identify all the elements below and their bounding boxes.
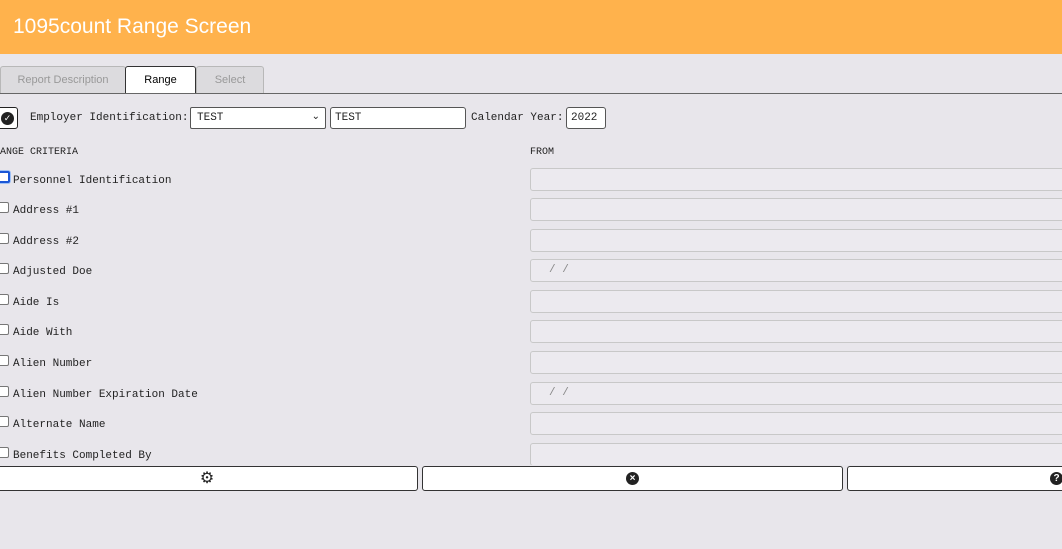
criteria-label: Alien Number: [13, 358, 93, 370]
tab-range[interactable]: Range: [125, 66, 196, 94]
criteria-checkbox[interactable]: [0, 263, 9, 274]
criteria-row: Aide Is: [0, 290, 1062, 314]
from-input[interactable]: [530, 168, 1062, 191]
criteria-checkbox[interactable]: [0, 416, 9, 427]
from-input[interactable]: [530, 198, 1062, 221]
from-input[interactable]: [530, 229, 1062, 252]
tab-report-description[interactable]: Report Description: [0, 66, 126, 93]
criteria-checkbox[interactable]: [0, 386, 9, 397]
criteria-row: Alien Number Expiration Date / /: [0, 382, 1062, 406]
settings-button[interactable]: ⚙: [0, 466, 418, 491]
criteria-label: Address #2: [13, 236, 80, 248]
from-date-input[interactable]: / /: [530, 259, 1062, 282]
criteria-row: Address #1: [0, 198, 1062, 222]
criteria-label: Aide Is: [13, 297, 60, 309]
cancel-button[interactable]: ×: [422, 466, 843, 491]
page-title: 1095count Range Screen: [0, 0, 1062, 54]
close-circle-icon: ×: [626, 472, 639, 485]
criteria-row: Address #2: [0, 229, 1062, 253]
criteria-row: Adjusted Doe / /: [0, 259, 1062, 283]
criteria-checkbox[interactable]: [0, 294, 9, 305]
check-circle-icon: ✓: [1, 111, 14, 125]
criteria-label: Alien Number Expiration Date: [13, 389, 198, 401]
apply-button[interactable]: ✓: [0, 107, 18, 129]
criteria-checkbox[interactable]: [0, 355, 9, 366]
from-header: FROM: [530, 147, 555, 158]
from-input[interactable]: [530, 351, 1062, 374]
from-input[interactable]: [530, 320, 1062, 343]
criteria-checkbox[interactable]: [0, 447, 9, 458]
criteria-row: Personnel Identification: [0, 168, 1062, 192]
from-input[interactable]: [530, 290, 1062, 313]
question-circle-icon: ?: [1050, 472, 1062, 485]
from-date-input[interactable]: / /: [530, 382, 1062, 405]
criteria-row: Alien Number: [0, 351, 1062, 375]
from-input[interactable]: [530, 412, 1062, 435]
employer-id-label: Employer Identification:: [30, 112, 189, 124]
gear-icon: ⚙: [199, 469, 215, 487]
employer-id-input[interactable]: TEST: [330, 107, 466, 129]
calendar-year-label: Calendar Year:: [471, 112, 564, 124]
tab-divider: [0, 93, 1062, 94]
criteria-row: Benefits Completed By: [0, 443, 1062, 465]
from-input[interactable]: [530, 443, 1062, 465]
criteria-row: Aide With: [0, 320, 1062, 344]
criteria-label: Personnel Identification: [13, 175, 172, 187]
criteria-checkbox[interactable]: [0, 324, 9, 335]
criteria-checkbox[interactable]: [0, 171, 10, 183]
employer-id-select-value: TEST: [197, 112, 224, 124]
criteria-label: Adjusted Doe: [13, 266, 93, 278]
help-button[interactable]: ?: [847, 466, 1062, 491]
chevron-down-icon: ⌄: [311, 112, 320, 123]
calendar-year-input[interactable]: 2022: [566, 107, 606, 129]
employer-id-select[interactable]: TEST ⌄: [190, 107, 326, 129]
criteria-label: Alternate Name: [13, 419, 106, 431]
range-criteria-header: RANGE CRITERIA: [0, 147, 79, 158]
criteria-label: Address #1: [13, 205, 80, 217]
criteria-checkbox[interactable]: [0, 233, 9, 244]
criteria-label: Aide With: [13, 327, 73, 339]
criteria-row: Alternate Name: [0, 412, 1062, 436]
criteria-label: Benefits Completed By: [13, 450, 152, 462]
criteria-checkbox[interactable]: [0, 202, 9, 213]
tab-select[interactable]: Select: [196, 66, 264, 93]
